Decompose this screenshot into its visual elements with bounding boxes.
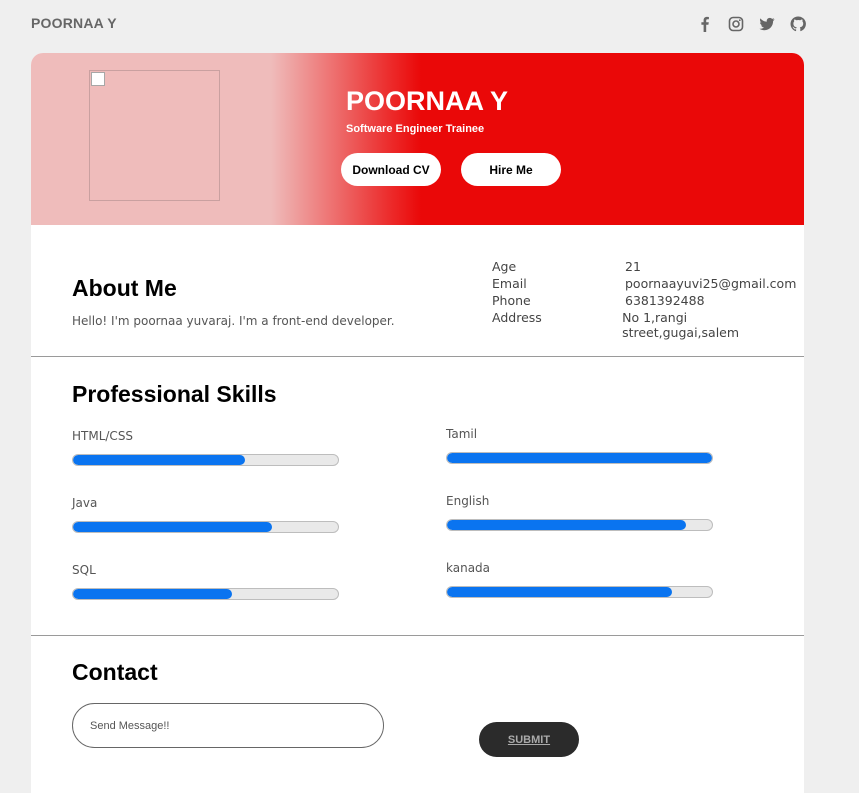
instagram-icon[interactable]	[728, 16, 744, 32]
skills-section: Professional Skills HTML/CSS Java SQL Ta…	[31, 357, 804, 636]
github-icon[interactable]	[790, 16, 806, 32]
download-cv-button[interactable]: Download CV	[341, 153, 441, 186]
skill-bar	[446, 519, 713, 531]
about-text: Hello! I'm poornaa yuvaraj. I'm a front-…	[72, 314, 395, 328]
skill-bar-fill	[73, 522, 272, 532]
skill-bar-fill	[73, 455, 246, 465]
submit-button[interactable]: SUBMIT	[479, 722, 579, 757]
skill-bar	[72, 521, 339, 533]
skill-label: SQL	[72, 563, 96, 577]
profile-photo-broken-image	[89, 70, 220, 201]
skills-title: Professional Skills	[72, 381, 277, 407]
info-row-address: Address No 1,rangi street,gugai,salem	[492, 310, 804, 340]
info-value: 21	[625, 259, 641, 274]
skill-bar	[72, 588, 339, 600]
contact-title: Contact	[72, 659, 158, 685]
info-value: poornaayuvi25@gmail.com	[625, 276, 797, 291]
skill-bar-fill	[73, 589, 232, 599]
hero-banner: POORNAA Y Software Engineer Trainee Down…	[31, 53, 804, 225]
social-links	[697, 16, 806, 32]
info-value: 6381392488	[625, 293, 705, 308]
info-value: No 1,rangi street,gugai,salem	[622, 310, 740, 340]
info-row-phone: Phone 6381392488	[492, 293, 804, 310]
top-bar: POORNAA Y	[0, 0, 859, 53]
about-section: About Me Hello! I'm poornaa yuvaraj. I'm…	[31, 225, 804, 357]
info-key: Address	[492, 310, 542, 325]
resume-card: POORNAA Y Software Engineer Trainee Down…	[31, 53, 804, 793]
hero-name: POORNAA Y	[346, 86, 509, 116]
skill-label: Tamil	[446, 427, 478, 441]
contact-section: Contact SUBMIT	[31, 636, 804, 786]
info-key: Age	[492, 259, 517, 274]
info-key: Phone	[492, 293, 531, 308]
skill-bar	[446, 452, 713, 464]
message-input[interactable]	[72, 703, 384, 748]
brand-name[interactable]: POORNAA Y	[31, 15, 117, 31]
facebook-icon[interactable]	[697, 16, 713, 32]
skill-bar-fill	[447, 520, 686, 530]
personal-info: Age 21 Email poornaayuvi25@gmail.com Pho…	[492, 259, 804, 340]
skill-bar	[446, 586, 713, 598]
skill-bar-fill	[447, 453, 712, 463]
hero-role: Software Engineer Trainee	[346, 123, 485, 135]
skill-label: kanada	[446, 561, 491, 575]
info-row-age: Age 21	[492, 259, 804, 276]
skill-label: English	[446, 494, 490, 508]
skill-label: Java	[72, 496, 98, 510]
skill-bar-fill	[447, 587, 673, 597]
skill-bar	[72, 454, 339, 466]
skill-label: HTML/CSS	[72, 429, 134, 443]
info-key: Email	[492, 276, 527, 291]
hire-me-button[interactable]: Hire Me	[461, 153, 561, 186]
info-row-email: Email poornaayuvi25@gmail.com	[492, 276, 804, 293]
twitter-icon[interactable]	[759, 16, 775, 32]
about-title: About Me	[72, 275, 177, 301]
